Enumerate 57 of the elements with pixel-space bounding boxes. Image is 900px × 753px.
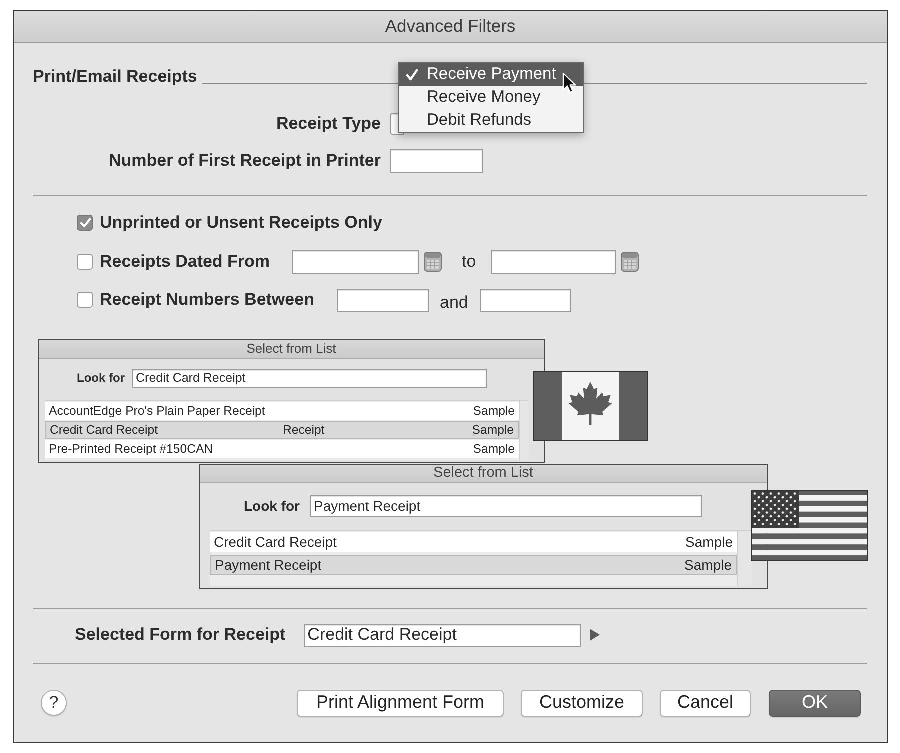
list-row[interactable]: Credit Card Receipt Receipt Sample [45, 421, 519, 439]
checkbox[interactable] [77, 292, 93, 308]
look-for-label: Look for [244, 498, 300, 514]
checkbox-label: Unprinted or Unsent Receipts Only [100, 212, 382, 234]
cancel-button[interactable]: Cancel [660, 690, 751, 716]
list-row[interactable]: AccountEdge Pro's Plain Paper Receipt Sample [45, 402, 519, 420]
form-status: Sample [472, 422, 514, 438]
range-label: and [440, 292, 468, 314]
form-name: Pre-Printed Receipt #150CAN [49, 442, 214, 456]
receipt-number-field[interactable] [390, 149, 483, 173]
menu-item[interactable]: Receive Payment [399, 63, 583, 86]
form-name: AccountEdge Pro's Plain Paper Receipt [49, 404, 266, 418]
list-window-title: Select from List [434, 464, 534, 482]
check-icon [406, 68, 418, 80]
field-label: Number of First Receipt in Printer [108, 150, 381, 172]
customize-button[interactable]: Customize [521, 690, 643, 716]
form-name: Payment Receipt [215, 556, 322, 574]
form-status: Sample [686, 534, 733, 550]
checkbox-label: Receipts Dated From [100, 252, 272, 272]
menu-item[interactable]: Debit Refunds [399, 109, 583, 132]
help-button[interactable]: ? [41, 690, 67, 716]
form-status: Sample [684, 556, 732, 574]
calendar-icon[interactable] [424, 252, 442, 272]
selected-form-field[interactable]: Credit Card Receipt [304, 624, 581, 646]
checkbox[interactable] [77, 215, 93, 231]
checkbox-label: Receipt Numbers Between [100, 290, 316, 310]
range-label: to [462, 252, 476, 272]
form-name: Credit Card Receipt [214, 534, 337, 550]
field-label: Receipt Type [275, 114, 381, 134]
section-heading: Print/Email Receipts [33, 66, 198, 88]
calendar-icon[interactable] [621, 252, 640, 272]
number-field[interactable] [480, 288, 572, 312]
search-field[interactable]: Credit Card Receipt [132, 369, 487, 388]
list-row[interactable]: Pre-Printed Receipt #150CAN Sample [45, 440, 519, 458]
number-field[interactable] [337, 288, 429, 312]
list-row[interactable]: Payment Receipt Sample [210, 555, 737, 575]
window-title: Advanced Filters [385, 16, 516, 37]
scrollbar[interactable] [737, 531, 752, 586]
form-name: Credit Card Receipt [50, 422, 159, 438]
search-field[interactable]: Payment Receipt [310, 495, 702, 517]
field-label: Selected Form for Receipt [75, 624, 286, 646]
form-type: Receipt [283, 422, 325, 438]
mouse-pointer-icon [562, 72, 577, 94]
date-field[interactable] [491, 250, 616, 274]
list-window-title: Select from List [246, 341, 336, 357]
menu-item[interactable]: Receive Money [399, 86, 583, 109]
ok-button[interactable]: OK [769, 690, 861, 716]
list-row[interactable]: Credit Card Receipt Sample [210, 532, 737, 552]
print-alignment-button[interactable]: Print Alignment Form [297, 690, 504, 716]
form-status: Sample [473, 404, 515, 418]
scrollbar[interactable] [519, 401, 529, 460]
checkbox[interactable] [77, 254, 93, 270]
triangle-arrow-icon[interactable] [590, 629, 600, 641]
look-for-label: Look for [77, 371, 125, 386]
date-field[interactable] [292, 250, 419, 274]
check-icon [80, 218, 90, 228]
form-status: Sample [473, 442, 515, 456]
